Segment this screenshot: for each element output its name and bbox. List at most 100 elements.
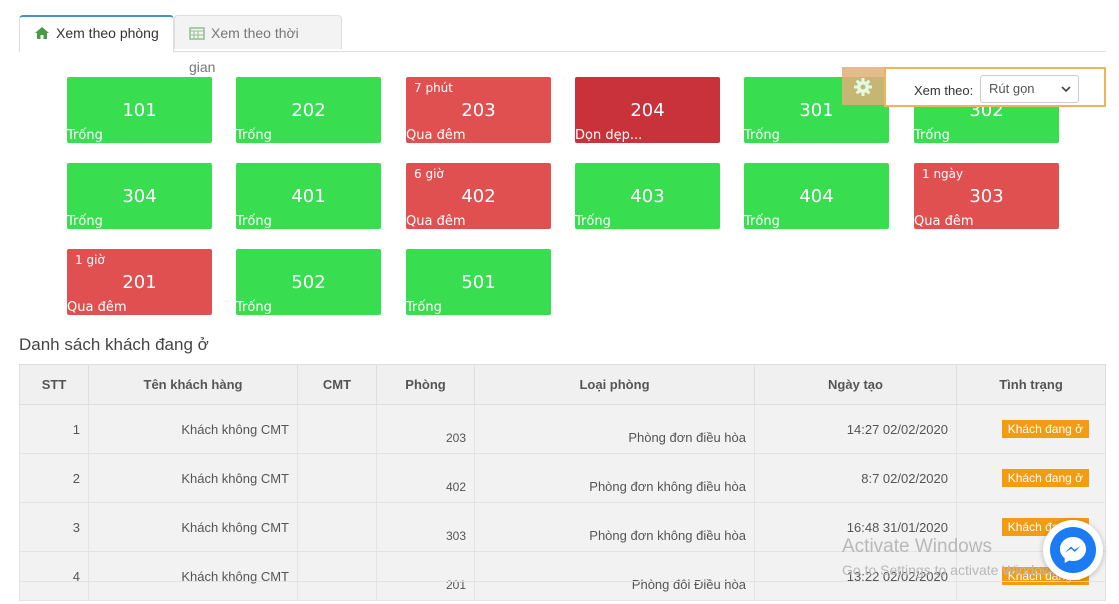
table-header-row: STT Tên khách hàng CMT Phòng Loại phòng … — [19, 364, 1106, 405]
room-status: Dọn dẹp... — [575, 128, 643, 143]
room-number: 201 — [122, 272, 157, 293]
room-status: Trống — [236, 214, 272, 229]
room-tile-303[interactable]: 1 ngày 303 Qua đêm — [914, 163, 1059, 229]
cell-status: Khách đang ở — [956, 453, 1106, 503]
room-tile-403[interactable]: 403 Trống — [575, 163, 720, 229]
room-number: 204 — [630, 100, 665, 121]
room-status: Trống — [744, 214, 780, 229]
view-mode-label: Xem theo: — [914, 83, 974, 98]
room-tile-502[interactable]: 502 Trống — [236, 249, 381, 315]
chevron-down-icon — [1061, 86, 1071, 93]
room-number: 304 — [122, 186, 157, 207]
room-status: Trống — [744, 128, 780, 143]
view-tabs: Xem theo phòng Xem theo thời gian — [19, 15, 1106, 75]
home-icon — [34, 19, 50, 39]
tab-label: Xem theo thời gian — [189, 25, 299, 75]
cell-id-number — [297, 502, 377, 552]
room-tile-404[interactable]: 404 Trống — [744, 163, 889, 229]
room-tile-204[interactable]: 204 Dọn dẹp... — [575, 77, 720, 143]
tab-label: Xem theo phòng — [56, 25, 159, 41]
column-header: Ngày tạo — [754, 364, 957, 405]
room-number: 404 — [799, 186, 834, 207]
room-tile-201[interactable]: 1 giờ 201 Qua đêm — [67, 249, 212, 315]
column-header: Phòng — [376, 364, 475, 405]
room-status: Trống — [575, 214, 611, 229]
view-mode-select[interactable]: Rút gọn — [980, 75, 1079, 103]
room-status: Qua đêm — [406, 214, 466, 229]
room-duration: 7 phút — [414, 81, 453, 95]
room-tile-501[interactable]: 501 Trống — [406, 249, 551, 315]
messenger-chat-button[interactable] — [1043, 520, 1103, 580]
cell-room: 201 — [376, 551, 475, 601]
cell-room: 402 — [376, 453, 475, 503]
cell-id-number — [297, 551, 377, 601]
cell-room-type: Phòng đôi Điều hòa — [474, 551, 755, 601]
room-duration: 1 giờ — [75, 253, 105, 267]
table-row[interactable]: 1 Khách không CMT 203 Phòng đơn điều hòa 14:… — [19, 404, 1106, 454]
guest-list-title: Danh sách khách đang ở — [19, 335, 209, 354]
cell-stt: 1 — [19, 404, 89, 454]
gear-icon — [854, 78, 872, 96]
room-number: 501 — [461, 272, 496, 293]
room-status: Trống — [406, 300, 442, 315]
cell-customer-name: Khách không CMT — [88, 404, 298, 454]
room-status: Qua đêm — [406, 128, 466, 143]
settings-button[interactable] — [842, 67, 884, 105]
divider — [19, 581, 1106, 582]
room-number: 303 — [969, 186, 1004, 207]
tab-by-room[interactable]: Xem theo phòng — [19, 15, 174, 52]
column-header: STT — [19, 364, 89, 405]
cell-status: Khách đang ở — [956, 404, 1106, 454]
cell-room-type: Phòng đơn không điều hòa — [474, 502, 755, 552]
cell-created-date: 8:7 02/02/2020 — [754, 453, 957, 503]
status-badge: Khách đang ở — [1001, 469, 1089, 487]
table-row[interactable]: 2 Khách không CMT 402 Phòng đơn không điều … — [19, 453, 1106, 503]
calendar-icon — [189, 18, 205, 40]
room-status: Trống — [67, 214, 103, 229]
room-status: Trống — [236, 128, 272, 143]
cell-created-date: 14:27 02/02/2020 — [754, 404, 957, 454]
room-duration: 6 giờ — [414, 167, 444, 181]
cell-room-type: Phòng đơn điều hòa — [474, 404, 755, 454]
cell-customer-name: Khách không CMT — [88, 502, 298, 552]
cell-stt: 3 — [19, 502, 89, 552]
room-status: Qua đêm — [914, 214, 974, 229]
cell-stt: 2 — [19, 453, 89, 503]
cell-room: 303 — [376, 502, 475, 552]
room-tile-203[interactable]: 7 phút 203 Qua đêm — [406, 77, 551, 143]
room-number: 401 — [291, 186, 326, 207]
room-number: 203 — [461, 100, 496, 121]
column-header: Tình trạng — [956, 364, 1106, 405]
room-tile-202[interactable]: 202 Trống — [236, 77, 381, 143]
column-header: Loại phòng — [474, 364, 755, 405]
view-mode-value: Rút gọn — [989, 81, 1035, 96]
messenger-icon — [1060, 537, 1086, 563]
room-status: Trống — [236, 300, 272, 315]
watermark-title: Activate Windows — [842, 536, 992, 557]
windows-activation-watermark: Activate Windows Go to Settings to activ… — [842, 536, 1063, 578]
cell-id-number — [297, 453, 377, 503]
room-tile-401[interactable]: 401 Trống — [236, 163, 381, 229]
room-status: Trống — [67, 128, 103, 143]
cell-room-type: Phòng đơn không điều hòa — [474, 453, 755, 503]
column-header: CMT — [297, 364, 377, 405]
room-number: 403 — [630, 186, 665, 207]
cell-customer-name: Khách không CMT — [88, 551, 298, 601]
room-duration: 1 ngày — [922, 167, 964, 181]
room-tile-304[interactable]: 304 Trống — [67, 163, 212, 229]
room-tile-101[interactable]: 101 Trống — [67, 77, 212, 143]
room-number: 202 — [291, 100, 326, 121]
watermark-subtitle: Go to Settings to activate Windows. — [842, 562, 1063, 578]
cell-room: 203 — [376, 404, 475, 454]
view-mode-panel: Xem theo: Rút gọn — [884, 67, 1106, 107]
room-status: Trống — [914, 128, 950, 143]
status-badge: Khách đang ở — [1001, 420, 1089, 438]
room-status: Qua đêm — [67, 300, 127, 315]
room-number: 502 — [291, 272, 326, 293]
column-header: Tên khách hàng — [88, 364, 298, 405]
room-number: 402 — [461, 186, 496, 207]
room-tile-402[interactable]: 6 giờ 402 Qua đêm — [406, 163, 551, 229]
tab-by-time[interactable]: Xem theo thời gian — [174, 15, 342, 75]
cell-customer-name: Khách không CMT — [88, 453, 298, 503]
cell-id-number — [297, 404, 377, 454]
